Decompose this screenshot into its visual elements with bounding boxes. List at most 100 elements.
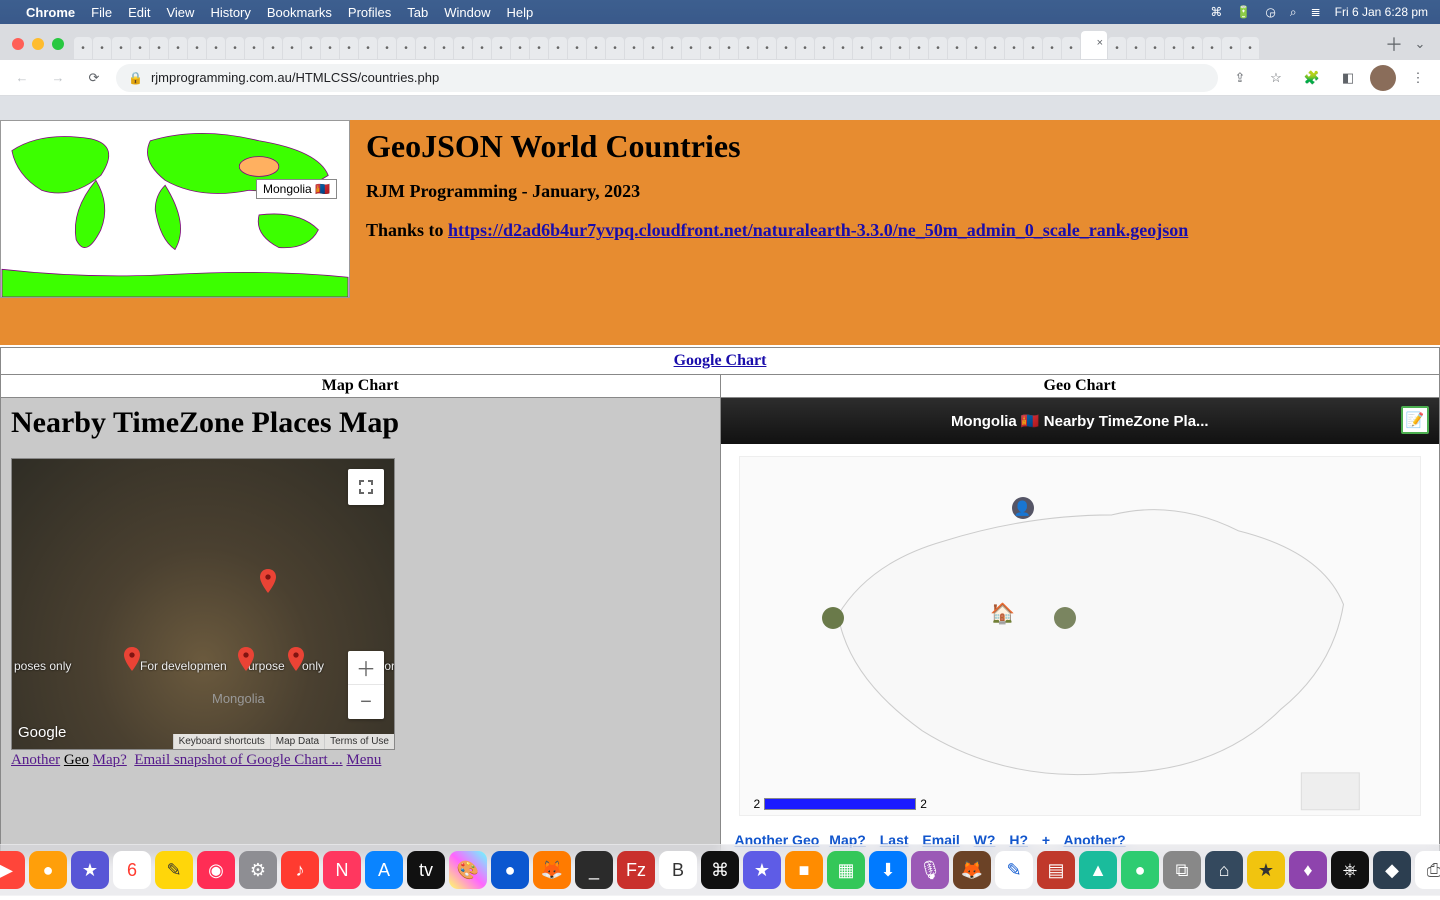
menu-history[interactable]: History — [210, 5, 250, 20]
geo-marker-icon[interactable] — [822, 607, 844, 629]
tab-pinned[interactable]: • — [986, 37, 1004, 59]
menubar-clock[interactable]: Fri 6 Jan 6:28 pm — [1335, 5, 1428, 19]
dock-app-icon[interactable]: ⎙ — [1415, 851, 1440, 889]
tab-pinned[interactable]: • — [530, 37, 548, 59]
tab-pinned[interactable]: • — [207, 37, 225, 59]
reload-button[interactable]: ⟳ — [80, 64, 108, 92]
dock-app-icon[interactable]: ▦ — [827, 851, 865, 889]
dock-app-icon[interactable]: ★ — [1247, 851, 1285, 889]
bluetooth-icon[interactable]: ⌘ — [1210, 5, 1222, 19]
dock-calendar-icon[interactable]: 6 — [113, 851, 151, 889]
tab-pinned[interactable]: • — [948, 37, 966, 59]
fullscreen-button[interactable] — [348, 469, 384, 505]
tab-pinned[interactable]: • — [264, 37, 282, 59]
dock-app-icon[interactable]: B — [659, 851, 697, 889]
tab-pinned[interactable]: • — [967, 37, 985, 59]
tab-pinned[interactable]: • — [815, 37, 833, 59]
tab-pinned[interactable]: • — [682, 37, 700, 59]
tab-pinned[interactable]: • — [929, 37, 947, 59]
tab-pinned[interactable]: • — [796, 37, 814, 59]
map-link[interactable]: Map? — [93, 752, 127, 768]
world-map-thumbnail[interactable]: Mongolia 🇲🇳 — [0, 120, 350, 298]
menu-link[interactable]: Menu — [346, 752, 381, 768]
tab-pinned[interactable]: • — [492, 37, 510, 59]
dock-app-icon[interactable]: ◆ — [1373, 851, 1411, 889]
map-data-link[interactable]: Map Data — [270, 734, 324, 749]
dock-app-icon[interactable]: ● — [1121, 851, 1159, 889]
dock-appstore-icon[interactable]: A — [365, 851, 403, 889]
dock-app-icon[interactable]: ▶ — [0, 851, 25, 889]
wifi-icon[interactable]: ◶ — [1265, 5, 1275, 19]
another-link[interactable]: Another — [11, 752, 60, 768]
address-bar[interactable]: 🔒 rjmprogramming.com.au/HTMLCSS/countrie… — [116, 64, 1218, 92]
tab-pinned[interactable]: • — [150, 37, 168, 59]
bookmark-button[interactable]: ☆ — [1262, 64, 1290, 92]
menu-window[interactable]: Window — [444, 5, 490, 20]
tab-pinned[interactable]: • — [720, 37, 738, 59]
dock-app-icon[interactable]: ⌂ — [1205, 851, 1243, 889]
dock-app-icon[interactable]: ⬇ — [869, 851, 907, 889]
thanks-link[interactable]: https://d2ad6b4ur7yvpq.cloudfront.net/na… — [448, 220, 1188, 240]
tab-pinned[interactable]: • — [549, 37, 567, 59]
tab-pinned[interactable]: • — [853, 37, 871, 59]
tab-pinned[interactable]: • — [739, 37, 757, 59]
sidepanel-button[interactable]: ◧ — [1334, 64, 1362, 92]
tab-pinned[interactable]: • — [397, 37, 415, 59]
new-tab-button[interactable]: ＋ — [1382, 32, 1406, 56]
map-pin-icon[interactable] — [260, 569, 276, 593]
dock-app-icon[interactable]: ⌘ — [701, 851, 739, 889]
dock-app-icon[interactable]: ⎈ — [1331, 851, 1369, 889]
dock-app-icon[interactable]: ▤ — [1037, 851, 1075, 889]
tab-pinned[interactable]: • — [1108, 37, 1126, 59]
extensions-button[interactable]: 🧩 — [1298, 64, 1326, 92]
dock-app-icon[interactable]: ⧉ — [1163, 851, 1201, 889]
fullscreen-window-button[interactable] — [52, 38, 64, 50]
tab-pinned[interactable]: • — [1005, 37, 1023, 59]
tab-pinned[interactable]: • — [872, 37, 890, 59]
tab-pinned[interactable]: • — [1062, 37, 1080, 59]
tab-pinned[interactable]: • — [112, 37, 130, 59]
dock-app-icon[interactable]: ● — [29, 851, 67, 889]
geo-link[interactable]: Geo — [64, 752, 89, 768]
tab-pinned[interactable]: • — [644, 37, 662, 59]
tab-pinned[interactable]: • — [1241, 37, 1259, 59]
tab-pinned[interactable]: • — [1146, 37, 1164, 59]
dock-app-icon[interactable]: ★ — [743, 851, 781, 889]
close-tab-icon[interactable]: × — [1097, 37, 1103, 49]
tab-pinned[interactable]: • — [302, 37, 320, 59]
tab-pinned[interactable]: • — [663, 37, 681, 59]
dock-music-icon[interactable]: ♪ — [281, 851, 319, 889]
tab-pinned[interactable]: • — [1165, 37, 1183, 59]
tab-pinned[interactable]: • — [587, 37, 605, 59]
tab-pinned[interactable]: • — [454, 37, 472, 59]
menu-tab[interactable]: Tab — [407, 5, 428, 20]
tab-active[interactable]: × — [1081, 31, 1107, 59]
tab-pinned[interactable]: • — [701, 37, 719, 59]
tab-pinned[interactable]: • — [473, 37, 491, 59]
dock-app-icon[interactable]: ✎ — [155, 851, 193, 889]
tab-pinned[interactable]: • — [910, 37, 928, 59]
tab-pinned[interactable]: • — [131, 37, 149, 59]
tab-pinned[interactable]: • — [188, 37, 206, 59]
tab-pinned[interactable]: • — [321, 37, 339, 59]
tab-pinned[interactable]: • — [283, 37, 301, 59]
minimize-window-button[interactable] — [32, 38, 44, 50]
menu-help[interactable]: Help — [507, 5, 534, 20]
profile-button[interactable] — [1370, 65, 1396, 91]
tab-pinned[interactable]: • — [777, 37, 795, 59]
tab-pinned[interactable]: • — [606, 37, 624, 59]
menu-bookmarks[interactable]: Bookmarks — [267, 5, 332, 20]
dock-app-icon[interactable]: ◉ — [197, 851, 235, 889]
tab-pinned[interactable]: • — [1127, 37, 1145, 59]
zoom-in-button[interactable]: ＋ — [348, 651, 384, 685]
dock-app-icon[interactable]: ⚙ — [239, 851, 277, 889]
menu-edit[interactable]: Edit — [128, 5, 150, 20]
tab-pinned[interactable]: • — [834, 37, 852, 59]
tab-pinned[interactable]: • — [359, 37, 377, 59]
dock-app-icon[interactable]: ♦ — [1289, 851, 1327, 889]
tab-pinned[interactable]: • — [93, 37, 111, 59]
geo-marker-icon[interactable]: 👤 — [1012, 497, 1034, 519]
map-pin-icon[interactable] — [238, 647, 254, 671]
dock-app-icon[interactable]: ● — [491, 851, 529, 889]
map-pin-icon[interactable] — [124, 647, 140, 671]
